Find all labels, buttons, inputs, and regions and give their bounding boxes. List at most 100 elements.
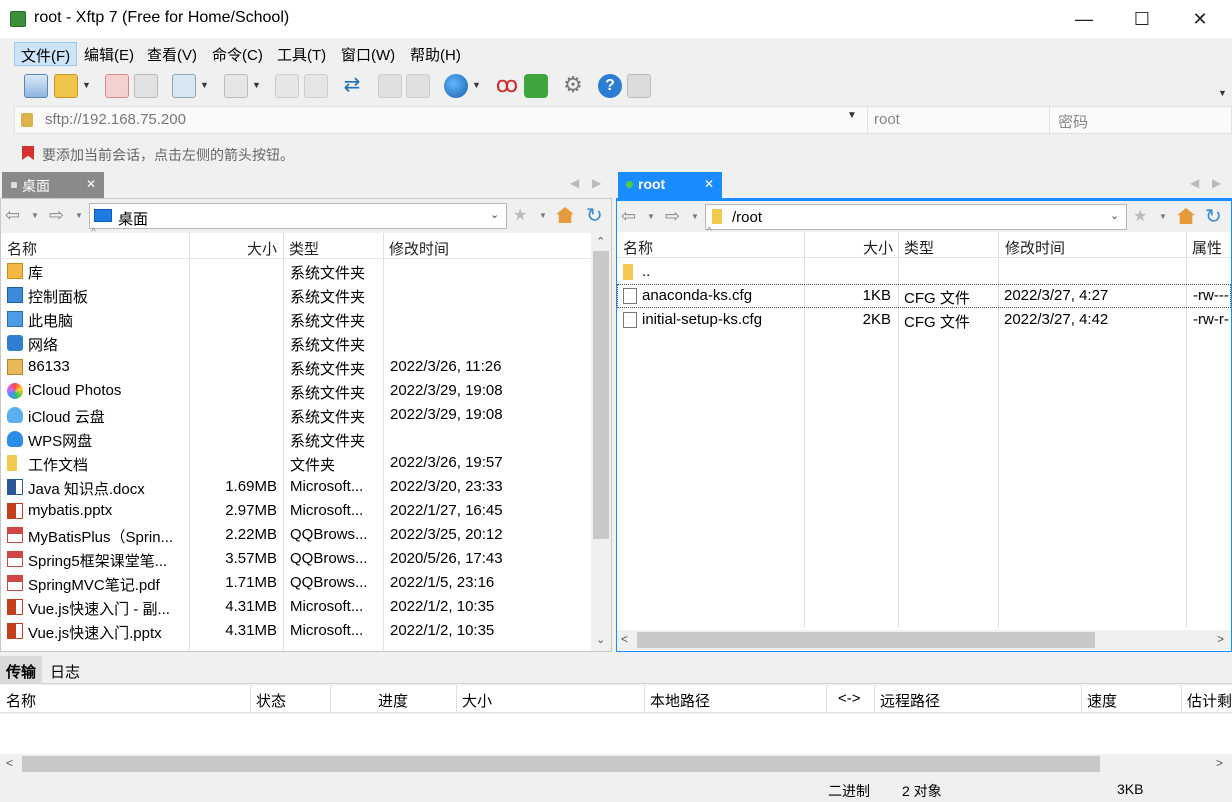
refresh-icon[interactable]: ↻ — [1205, 204, 1222, 229]
menu-tools[interactable]: 工具(T) — [271, 42, 332, 66]
scroll-left-icon[interactable]: < — [621, 632, 628, 646]
scroll-thumb[interactable] — [22, 756, 1100, 772]
tab-root[interactable]: root ✕ — [618, 172, 722, 198]
chevron-down-icon[interactable]: ⌄ — [490, 208, 499, 221]
menu-help[interactable]: 帮助(H) — [404, 42, 467, 66]
xftp-icon[interactable] — [524, 74, 548, 98]
col-type[interactable]: 类型 — [904, 237, 934, 258]
home-icon[interactable] — [556, 207, 574, 223]
chat-icon[interactable] — [627, 74, 651, 98]
transfer-horizontal-scrollbar[interactable]: < > — [0, 754, 1232, 774]
scroll-left-icon[interactable]: < — [6, 756, 13, 770]
file-row[interactable]: Vue.js快速入门.pptx 4.31MB Microsoft... 2022/1/… — [1, 619, 591, 643]
right-path-box[interactable]: /root ⌄ — [705, 204, 1127, 230]
tab-transfer[interactable]: 传输 — [0, 656, 42, 684]
col-name[interactable]: 名称 — [7, 238, 37, 259]
chevron-down-icon[interactable]: ▼ — [31, 211, 39, 220]
properties-icon[interactable] — [172, 74, 196, 98]
col-modified[interactable]: 修改时间 — [1005, 237, 1065, 258]
file-row[interactable]: SpringMVC笔记.pdf 1.71MB QQBrows... 2022/1/5,… — [1, 571, 591, 595]
menu-window[interactable]: 窗口(W) — [335, 42, 401, 66]
col-attributes[interactable]: 属性 — [1192, 237, 1222, 258]
file-row[interactable]: 控制面板 系统文件夹 — [1, 283, 591, 307]
host-input[interactable]: sftp://192.168.75.200 — [45, 111, 861, 131]
username-field[interactable]: root — [867, 107, 1047, 133]
toolbar-overflow-icon[interactable]: ▼ — [1218, 88, 1227, 98]
xshell-icon[interactable]: ꝏ — [495, 74, 519, 98]
file-row[interactable]: Vue.js快速入门 - 副... 4.31MB Microsoft... 2022/… — [1, 595, 591, 619]
menu-command[interactable]: 命令(C) — [206, 42, 269, 66]
chevron-down-icon[interactable]: ▼ — [647, 212, 655, 221]
chevron-down-icon[interactable]: ▼ — [82, 80, 91, 90]
tab-next-icon[interactable]: ▶ — [592, 176, 601, 190]
scroll-thumb[interactable] — [593, 251, 609, 539]
col-direction[interactable]: <-> — [838, 690, 861, 707]
chevron-down-icon[interactable]: ▼ — [75, 211, 83, 220]
chevron-down-icon[interactable]: ▼ — [252, 80, 261, 90]
globe-icon[interactable] — [444, 74, 468, 98]
file-row[interactable]: 库 系统文件夹 — [1, 259, 591, 283]
file-row[interactable]: 86133 系统文件夹 2022/3/26, 11:26 — [1, 355, 591, 379]
tab-prev-icon[interactable]: ◀ — [1190, 176, 1199, 190]
chevron-down-icon[interactable]: ▼ — [691, 212, 699, 221]
col-size[interactable]: 大小 — [462, 690, 492, 711]
col-size[interactable]: 大小 — [863, 237, 893, 258]
col-status[interactable]: 状态 — [256, 690, 286, 711]
gear-icon[interactable]: ⚙ — [561, 74, 585, 98]
maximize-button[interactable]: ☐ — [1113, 0, 1171, 38]
reconnect-icon[interactable] — [134, 74, 158, 98]
file-row[interactable]: Spring5框架课堂笔... 3.57MB QQBrows... 2020/5/26… — [1, 547, 591, 571]
menu-view[interactable]: 查看(V) — [141, 42, 203, 66]
scroll-thumb[interactable] — [637, 632, 1095, 648]
file-row[interactable]: Java 知识点.docx 1.69MB Microsoft... 2022/3/20… — [1, 475, 591, 499]
close-button[interactable]: ✕ — [1171, 0, 1229, 38]
file-row[interactable]: iCloud Photos 系统文件夹 2022/3/29, 19:08 — [1, 379, 591, 403]
col-remote-path[interactable]: 远程路径 — [880, 690, 940, 711]
tab-close-icon[interactable]: ✕ — [86, 177, 96, 191]
password-field[interactable]: 密码 — [1049, 107, 1232, 133]
tab-prev-icon[interactable]: ◀ — [570, 176, 579, 190]
col-speed[interactable]: 速度 — [1087, 690, 1117, 711]
new-session-icon[interactable] — [24, 74, 48, 98]
scroll-right-icon[interactable]: > — [1217, 632, 1224, 646]
file-row[interactable]: MyBatisPlus（Sprin... 2.22MB QQBrows... 2022… — [1, 523, 591, 547]
help-icon[interactable]: ? — [598, 74, 622, 98]
host-dropdown-icon[interactable]: ▼ — [847, 110, 857, 121]
left-vertical-scrollbar[interactable]: ⌃ ⌄ — [591, 233, 611, 651]
bookmark-arrow-icon[interactable] — [22, 146, 34, 160]
back-icon[interactable]: ⇦ — [5, 205, 20, 226]
chevron-down-icon[interactable]: ▼ — [1159, 212, 1167, 221]
file-row[interactable]: initial-setup-ks.cfg 2KB CFG 文件 2022/3/27, … — [617, 308, 1231, 332]
favorites-icon[interactable]: ★ — [513, 205, 527, 225]
tab-next-icon[interactable]: ▶ — [1212, 176, 1221, 190]
upload-icon[interactable] — [275, 74, 299, 98]
forward-icon[interactable]: ⇨ — [665, 206, 680, 227]
refresh-icon[interactable]: ↻ — [586, 203, 603, 228]
tab-log[interactable]: 日志 — [50, 661, 80, 682]
col-name[interactable]: 名称 — [623, 237, 653, 258]
scroll-right-icon[interactable]: > — [1216, 756, 1223, 770]
file-row[interactable]: anaconda-ks.cfg 1KB CFG 文件 2022/3/27, 4:27 -… — [617, 284, 1231, 308]
col-progress[interactable]: 进度 — [378, 690, 408, 711]
chevron-down-icon[interactable]: ▼ — [200, 80, 209, 90]
forward-icon[interactable]: ⇨ — [49, 205, 64, 226]
open-folder-icon[interactable] — [54, 74, 78, 98]
right-horizontal-scrollbar[interactable]: < > — [617, 630, 1231, 650]
file-row[interactable]: 此电脑 系统文件夹 — [1, 307, 591, 331]
file-row[interactable]: iCloud 云盘 系统文件夹 2022/3/29, 19:08 — [1, 403, 591, 427]
disconnect-icon[interactable] — [105, 74, 129, 98]
menu-file[interactable]: 文件(F) — [14, 42, 78, 66]
sync-transfer-icon[interactable]: ⇄ — [340, 74, 364, 98]
tab-desktop[interactable]: 桌面 ✕ — [2, 172, 104, 198]
scroll-down-icon[interactable]: ⌄ — [596, 633, 605, 646]
file-row[interactable]: 网络 系统文件夹 — [1, 331, 591, 355]
file-row[interactable]: WPS网盘 系统文件夹 — [1, 427, 591, 451]
file-row[interactable]: .. — [617, 260, 1231, 284]
terminal-icon[interactable] — [224, 74, 248, 98]
chevron-down-icon[interactable]: ▼ — [539, 211, 547, 220]
tab-close-icon[interactable]: ✕ — [704, 177, 714, 191]
col-eta[interactable]: 估计剩 — [1187, 690, 1232, 711]
chevron-down-icon[interactable]: ⌄ — [1110, 209, 1119, 222]
scroll-up-icon[interactable]: ⌃ — [596, 235, 605, 248]
minimize-button[interactable]: — — [1055, 0, 1113, 38]
